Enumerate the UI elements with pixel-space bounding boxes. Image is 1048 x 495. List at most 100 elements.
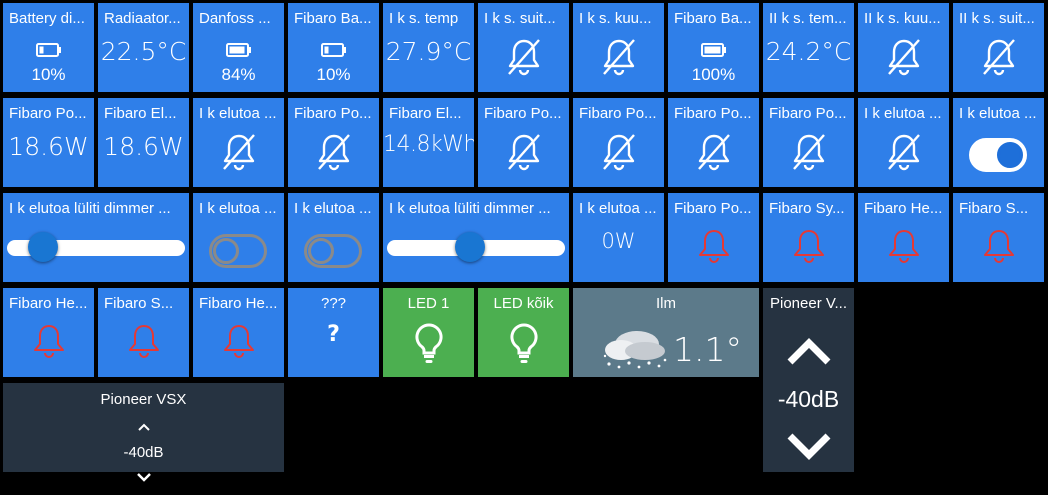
tile-title: Fibaro Ba... xyxy=(294,10,372,27)
bell-off-icon xyxy=(573,35,664,79)
device-tile[interactable]: Fibaro Po... xyxy=(478,98,569,187)
device-tile[interactable]: Radiaator... 22.5°C xyxy=(98,3,189,92)
device-tile[interactable]: I k s. temp 27.9°C xyxy=(383,3,474,92)
device-tile[interactable]: Fibaro S... xyxy=(98,288,189,377)
toggle-switch[interactable] xyxy=(969,138,1027,172)
tile-title: Fibaro Sy... xyxy=(769,200,845,217)
tile-title: Ilm xyxy=(656,295,676,312)
device-tile[interactable]: II k s. kuu... xyxy=(858,3,949,92)
device-tile[interactable]: I k elutoa ... xyxy=(193,98,284,187)
battery-percent: 10% xyxy=(316,65,351,84)
device-tile[interactable]: II k s. tem... 24.2°C xyxy=(763,3,854,92)
dimmer-slider[interactable] xyxy=(387,232,565,262)
tile-title: Pioneer VSX xyxy=(100,391,187,408)
device-tile[interactable]: Fibaro Po... xyxy=(573,98,664,187)
tile-value: 27.9°C xyxy=(385,37,472,66)
tile-title: Fibaro He... xyxy=(864,200,943,217)
bell-off-icon xyxy=(478,130,569,174)
slider-knob[interactable] xyxy=(28,232,58,262)
device-tile[interactable]: I k elutoa ... xyxy=(953,98,1044,187)
volume-up-button[interactable] xyxy=(763,336,854,366)
device-tile[interactable]: Fibaro S... xyxy=(953,193,1044,282)
tile-title: I k elutoa ... xyxy=(864,105,942,122)
device-tile[interactable]: Battery di... 10% xyxy=(3,3,94,92)
bell-alert-icon xyxy=(98,322,189,360)
pioneer-volume-tall-tile: Pioneer V... -40dB xyxy=(763,288,854,472)
device-tile[interactable]: Fibaro Po... xyxy=(668,98,759,187)
dimmer-slider[interactable] xyxy=(7,232,185,262)
device-tile[interactable]: Fibaro He... xyxy=(193,288,284,377)
unknown-tile[interactable]: ??? ? xyxy=(288,288,379,377)
volume-up-button[interactable] xyxy=(3,423,284,431)
tile-title: Fibaro El... xyxy=(389,105,462,122)
bell-alert-icon xyxy=(668,227,759,265)
bell-off-icon xyxy=(573,130,664,174)
tile-title: I k elutoa lüliti dimmer ... xyxy=(389,200,551,217)
question-icon: ? xyxy=(327,322,340,347)
battery-low-icon xyxy=(288,43,379,57)
device-tile[interactable]: Fibaro Po... xyxy=(668,193,759,282)
device-tile[interactable]: Fibaro Sy... xyxy=(763,193,854,282)
device-tile[interactable]: Fibaro El... 18.6W xyxy=(98,98,189,187)
tile-title: I k elutoa ... xyxy=(959,105,1037,122)
volume-down-button[interactable] xyxy=(3,473,284,482)
toggle-switch[interactable] xyxy=(209,234,267,268)
device-tile[interactable]: Fibaro Po... xyxy=(288,98,379,187)
bell-off-icon xyxy=(478,35,569,79)
tile-title: Fibaro He... xyxy=(199,295,278,312)
bell-off-icon xyxy=(858,35,949,79)
tile-title: Fibaro Po... xyxy=(674,200,752,217)
tile-title: LED kõik xyxy=(493,295,554,312)
tile-title: Fibaro Ba... xyxy=(674,10,752,27)
tile-title: Pioneer V... xyxy=(770,295,847,312)
volume-value: -40dB xyxy=(123,444,164,461)
bell-alert-icon xyxy=(3,322,94,360)
device-tile[interactable]: I k s. kuu... xyxy=(573,3,664,92)
dimmer-tile-1[interactable]: I k elutoa lüliti dimmer ... xyxy=(3,193,189,282)
weather-tile[interactable]: Ilm 1.1° xyxy=(573,288,759,377)
battery-percent: 84% xyxy=(221,65,256,84)
device-tile[interactable]: I k elutoa ... xyxy=(858,98,949,187)
power-tile[interactable]: I k elutoa ... 0W xyxy=(573,193,664,282)
device-tile[interactable]: Fibaro Po... 18.6W xyxy=(3,98,94,187)
tile-title: I k elutoa ... xyxy=(199,200,277,217)
device-tile[interactable]: Danfoss ... 84% xyxy=(193,3,284,92)
bell-alert-icon xyxy=(763,227,854,265)
led-all-tile[interactable]: LED kõik xyxy=(478,288,569,377)
tile-title: Fibaro El... xyxy=(104,105,177,122)
tile-value: 22.5°C xyxy=(100,37,187,66)
tile-title: I k elutoa lüliti dimmer ... xyxy=(9,200,171,217)
tile-title: II k s. suit... xyxy=(959,10,1035,27)
bell-off-icon xyxy=(193,130,284,174)
bell-off-icon xyxy=(668,130,759,174)
tile-title: II k s. tem... xyxy=(769,10,847,27)
tile-title: Fibaro S... xyxy=(104,295,174,312)
toggle-switch[interactable] xyxy=(304,234,362,268)
tile-title: I k elutoa ... xyxy=(294,200,372,217)
battery-high-icon xyxy=(193,43,284,57)
device-tile[interactable]: Fibaro He... xyxy=(3,288,94,377)
led-1-tile[interactable]: LED 1 xyxy=(383,288,474,377)
device-tile[interactable]: Fibaro Ba... 10% xyxy=(288,3,379,92)
tile-value: 0W xyxy=(601,229,636,253)
device-tile[interactable]: II k s. suit... xyxy=(953,3,1044,92)
tile-title: Fibaro Po... xyxy=(769,105,847,122)
dimmer-tile-2[interactable]: I k elutoa lüliti dimmer ... xyxy=(383,193,569,282)
device-tile[interactable]: Fibaro He... xyxy=(858,193,949,282)
tile-title: I k elutoa ... xyxy=(579,200,657,217)
switch-tile-1[interactable]: I k elutoa ... xyxy=(193,193,284,282)
volume-value: -40dB xyxy=(777,386,840,412)
device-tile[interactable]: Fibaro Po... xyxy=(763,98,854,187)
tile-title: ??? xyxy=(320,295,347,312)
tile-title: I k s. suit... xyxy=(484,10,556,27)
volume-down-button[interactable] xyxy=(763,432,854,462)
bell-alert-icon xyxy=(193,322,284,360)
bell-alert-icon xyxy=(953,227,1044,265)
device-tile[interactable]: Fibaro El... 14.8kWh xyxy=(383,98,474,187)
slider-knob[interactable] xyxy=(455,232,485,262)
tile-title: Fibaro Po... xyxy=(579,105,657,122)
snow-cloud-icon xyxy=(599,326,671,375)
switch-tile-2[interactable]: I k elutoa ... xyxy=(288,193,379,282)
device-tile[interactable]: Fibaro Ba... 100% xyxy=(668,3,759,92)
device-tile[interactable]: I k s. suit... xyxy=(478,3,569,92)
